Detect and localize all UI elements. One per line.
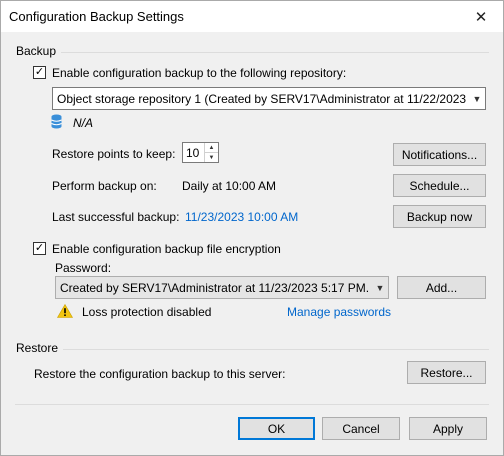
- restore-section-label: Restore: [16, 341, 59, 355]
- schedule-button[interactable]: Schedule...: [393, 174, 486, 197]
- encryption-checkbox[interactable]: ✓: [33, 242, 46, 255]
- stepper-up-icon[interactable]: ▲: [205, 143, 218, 153]
- backup-section-divider: [61, 52, 489, 53]
- last-backup-label: Last successful backup:: [52, 210, 180, 224]
- restore-description: Restore the configuration backup to this…: [34, 367, 286, 381]
- title-bar: Configuration Backup Settings ✕: [1, 1, 503, 32]
- repository-status: N/A: [73, 116, 94, 130]
- encryption-label: Enable configuration backup file encrypt…: [52, 242, 281, 256]
- chevron-down-icon: ▼: [469, 88, 485, 109]
- password-select[interactable]: Created by SERV17\Administrator at 11/23…: [55, 276, 389, 299]
- enable-backup-checkbox[interactable]: ✓: [33, 66, 46, 79]
- dialog-window: Configuration Backup Settings ✕ Backup ✓…: [0, 0, 504, 456]
- restore-button[interactable]: Restore...: [407, 361, 486, 384]
- restore-points-value: 10: [186, 145, 200, 160]
- restore-section-divider: [63, 349, 489, 350]
- chevron-down-icon: ▼: [372, 277, 388, 298]
- stepper-down-icon[interactable]: ▼: [205, 153, 218, 162]
- password-select-value: Created by SERV17\Administrator at 11/23…: [60, 280, 372, 295]
- perform-backup-label: Perform backup on:: [52, 179, 157, 193]
- backup-section-label: Backup: [16, 44, 57, 58]
- perform-backup-value: Daily at 10:00 AM: [182, 179, 277, 193]
- backup-now-button[interactable]: Backup now: [393, 205, 486, 228]
- restore-points-stepper[interactable]: 10 ▲ ▼: [182, 142, 219, 163]
- manage-passwords-link[interactable]: Manage passwords: [287, 305, 391, 319]
- password-label: Password:: [55, 261, 112, 275]
- ok-button[interactable]: OK: [238, 417, 315, 440]
- repository-select-value: Object storage repository 1 (Created by …: [57, 91, 469, 106]
- footer-divider: [15, 404, 489, 405]
- notifications-button[interactable]: Notifications...: [393, 143, 486, 166]
- window-title: Configuration Backup Settings: [9, 9, 184, 24]
- apply-button[interactable]: Apply: [409, 417, 487, 440]
- warning-text: Loss protection disabled: [82, 305, 212, 319]
- cancel-button[interactable]: Cancel: [322, 417, 400, 440]
- enable-backup-label: Enable configuration backup to the follo…: [52, 66, 347, 80]
- warning-icon: [56, 303, 74, 321]
- restore-points-label: Restore points to keep:: [52, 147, 176, 161]
- database-icon: [51, 114, 62, 132]
- close-icon[interactable]: ✕: [459, 1, 503, 32]
- repository-select[interactable]: Object storage repository 1 (Created by …: [52, 87, 486, 110]
- add-password-button[interactable]: Add...: [397, 276, 486, 299]
- last-backup-link[interactable]: 11/23/2023 10:00 AM: [185, 210, 298, 224]
